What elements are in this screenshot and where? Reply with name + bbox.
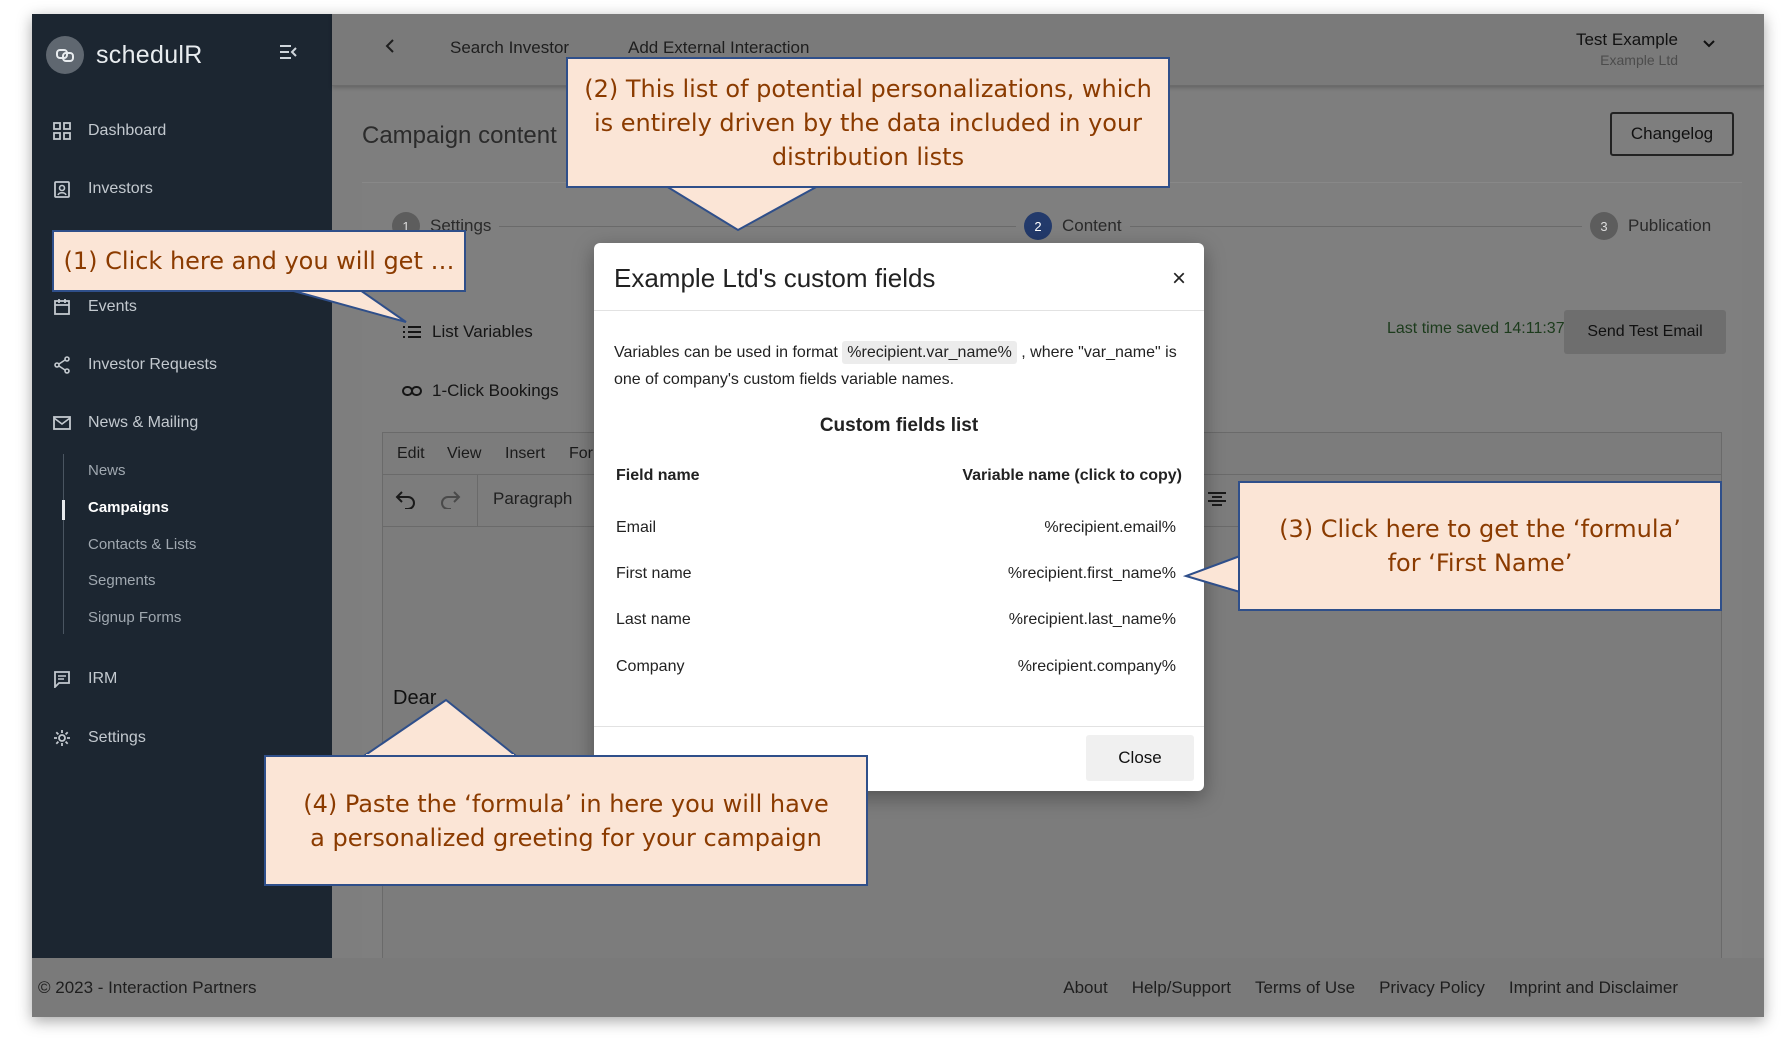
callout-step-2: (2) This list of potential personalizati… [566, 57, 1170, 188]
callout-4-pointer [360, 698, 519, 757]
callout-step-1: (1) Click here and you will get … [52, 230, 466, 292]
callout-2-pointer [662, 185, 819, 232]
callout-step-4: (4) Paste the ‘formula’ in here you will… [264, 755, 868, 886]
callout-3-pointer [1182, 554, 1241, 594]
callout-1-pointer [289, 289, 407, 323]
callout-step-3: (3) Click here to get the ‘formula’ for … [1238, 481, 1722, 611]
